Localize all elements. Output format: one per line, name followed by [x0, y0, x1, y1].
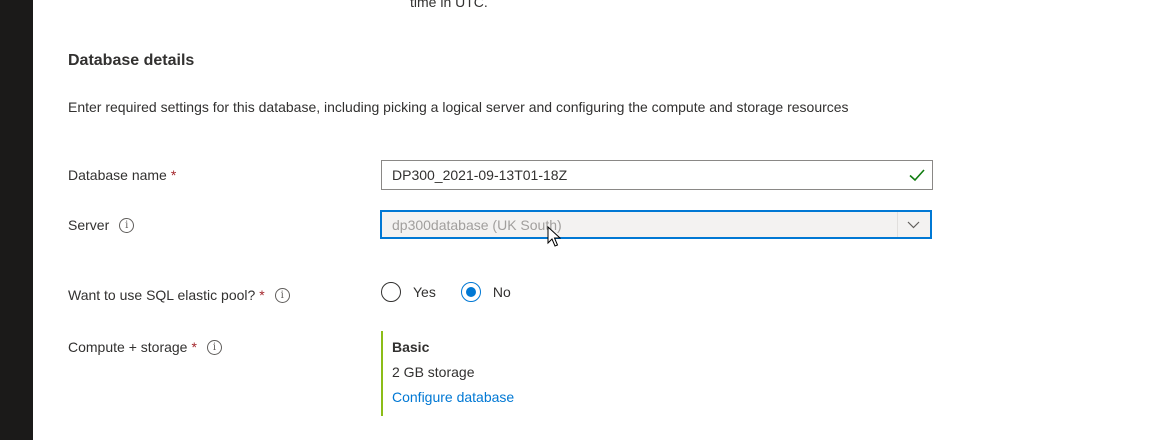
checkmark-icon	[909, 169, 925, 182]
compute-tier: Basic	[392, 339, 430, 355]
required-asterisk: *	[170, 167, 177, 183]
server-label-text: Server	[68, 217, 110, 233]
compute-storage-size: 2 GB storage	[392, 364, 475, 380]
database-name-input[interactable]: DP300_2021-09-13T01-18Z	[381, 160, 933, 190]
configure-database-link[interactable]: Configure database	[392, 389, 514, 405]
required-asterisk: *	[259, 287, 265, 303]
server-value: dp300database (UK South)	[392, 217, 562, 233]
server-dropdown[interactable]: dp300database (UK South)	[381, 211, 931, 238]
compute-storage-label-text: Compute + storage	[68, 339, 188, 355]
section-description: Enter required settings for this databas…	[68, 99, 849, 115]
compute-summary: Basic 2 GB storage Configure database	[381, 331, 514, 416]
elastic-pool-label: Want to use SQL elastic pool? * i	[68, 287, 290, 303]
elastic-pool-radio-group: Yes No	[381, 282, 511, 302]
radio-yes-label[interactable]: Yes	[413, 284, 436, 300]
radio-yes[interactable]	[381, 282, 401, 302]
radio-no-label[interactable]: No	[493, 284, 511, 300]
elastic-pool-label-text: Want to use SQL elastic pool?	[68, 287, 256, 303]
database-name-value: DP300_2021-09-13T01-18Z	[392, 167, 568, 183]
section-title: Database details	[68, 52, 195, 69]
compute-storage-label: Compute + storage * i	[68, 339, 222, 355]
chevron-down-icon[interactable]	[897, 212, 928, 237]
left-sidebar-strip	[0, 0, 33, 440]
required-asterisk: *	[191, 339, 197, 355]
timezone-note: time in UTC.	[410, 0, 488, 10]
info-icon[interactable]: i	[206, 339, 222, 355]
radio-no[interactable]	[460, 282, 481, 302]
mouse-cursor-icon	[547, 226, 561, 247]
info-icon[interactable]: i	[119, 217, 135, 233]
info-icon[interactable]: i	[274, 287, 290, 303]
database-name-label-text: Database name	[68, 167, 167, 183]
server-label: Server i	[68, 217, 135, 233]
database-name-label: Database name *	[68, 167, 176, 183]
